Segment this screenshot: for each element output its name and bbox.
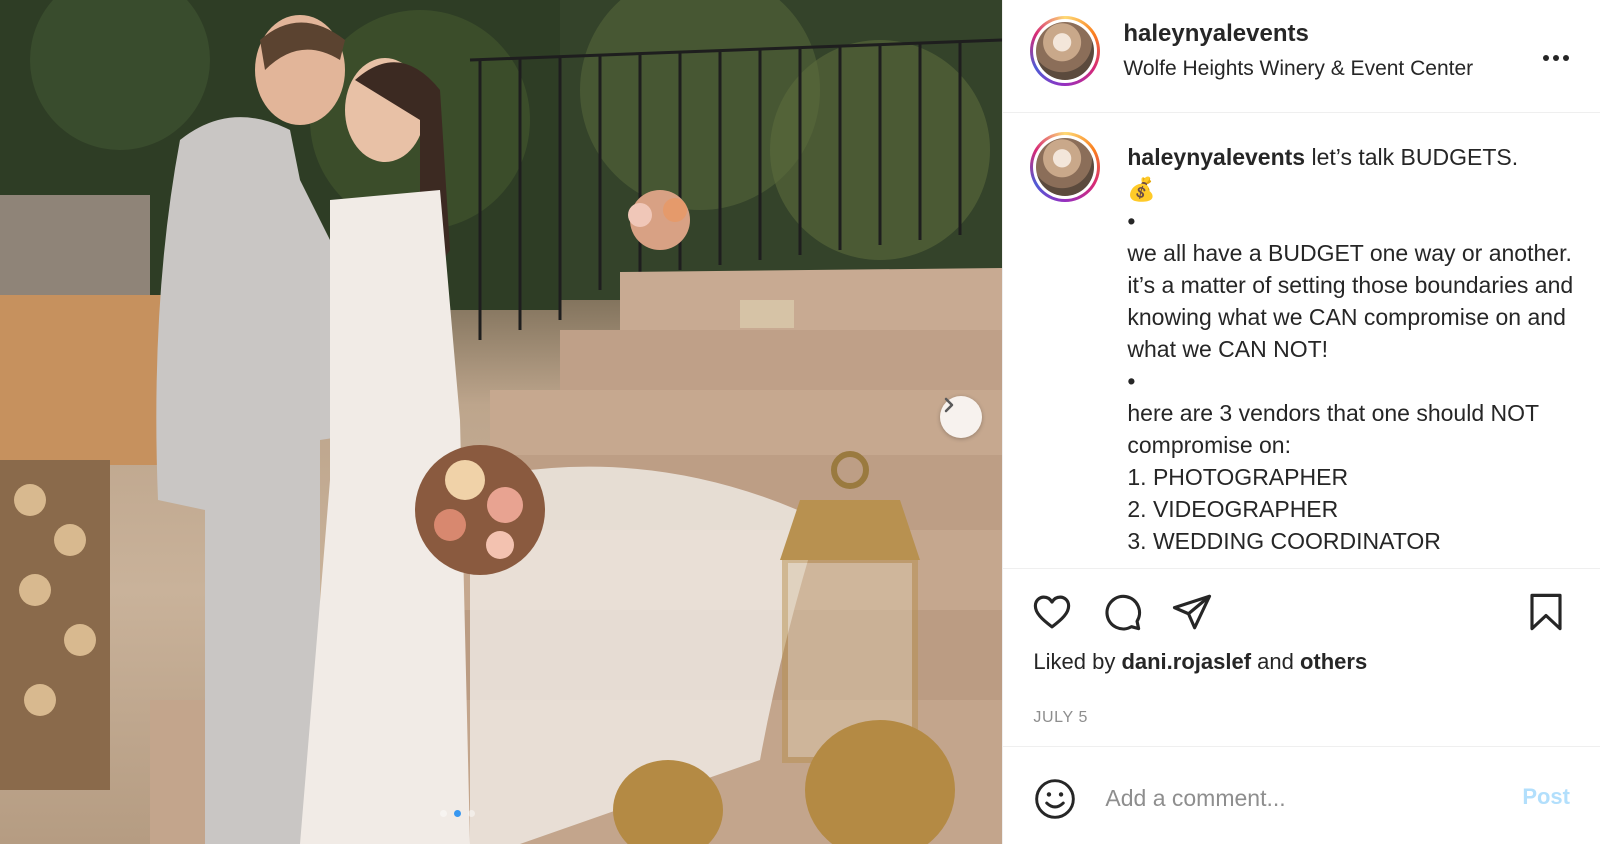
wedding-photo-illustration <box>0 0 1003 844</box>
caption-line: • <box>1127 208 1136 234</box>
caption-text: haleynyalevents let’s talk BUDGETS. 💰 • … <box>1127 141 1587 557</box>
heart-icon <box>1034 595 1071 629</box>
paper-plane-icon <box>1173 594 1212 630</box>
liked-by-user-link[interactable]: dani.rojaslef <box>1121 649 1251 674</box>
post-header: haleynyalevents Wolfe Heights Winery & E… <box>1003 0 1600 113</box>
caption-avatar[interactable] <box>1030 132 1101 202</box>
comment-button[interactable] <box>1101 591 1143 633</box>
action-bar <box>1003 569 1600 649</box>
caption-line: we all have a BUDGET one way or another.… <box>1127 240 1580 362</box>
caption-line: let’s talk BUDGETS. <box>1305 144 1519 170</box>
instagram-post: haleynyalevents Wolfe Heights Winery & E… <box>0 0 1600 844</box>
post-comment-button[interactable]: Post <box>1522 784 1570 810</box>
post-details-panel: haleynyalevents Wolfe Heights Winery & E… <box>1002 0 1600 844</box>
post-photo[interactable] <box>0 0 1003 844</box>
carousel-dot <box>440 810 447 817</box>
ellipsis-icon <box>1543 55 1569 61</box>
emoji-button[interactable] <box>1033 777 1077 821</box>
avatar[interactable] <box>1030 16 1101 86</box>
location-link[interactable]: Wolfe Heights Winery & Event Center <box>1123 57 1473 81</box>
caption-line: 💰 <box>1127 176 1157 202</box>
caption-section: haleynyalevents let’s talk BUDGETS. 💰 • … <box>1003 113 1600 569</box>
caption-line: 1. PHOTOGRAPHER <box>1127 464 1349 490</box>
next-image-button[interactable] <box>940 396 982 438</box>
like-button[interactable] <box>1031 591 1073 633</box>
likes-summary: Liked by dani.rojaslef and others <box>1003 649 1600 689</box>
caption-line: • <box>1127 368 1136 394</box>
share-button[interactable] <box>1171 591 1213 633</box>
post-date[interactable]: JULY 5 <box>1003 689 1600 747</box>
chevron-right-icon <box>944 397 954 413</box>
avatar-image <box>1036 22 1095 80</box>
comment-bar: Post <box>1003 747 1600 844</box>
likes-middle: and <box>1251 649 1300 674</box>
likes-others-link[interactable]: others <box>1300 649 1367 674</box>
caption-line: 3. WEDDING COORDINATOR <box>1127 528 1441 554</box>
comment-input[interactable] <box>1103 775 1488 821</box>
carousel-dot-active <box>454 810 461 817</box>
smiley-icon <box>1035 779 1076 819</box>
more-options-button[interactable] <box>1542 38 1570 69</box>
carousel-dot <box>468 810 475 817</box>
caption-line: 2. VIDEOGRAPHER <box>1127 496 1339 522</box>
caption-line: here are 3 vendors that one should NOT c… <box>1127 400 1546 458</box>
avatar-image <box>1036 138 1095 196</box>
save-button[interactable] <box>1525 591 1567 633</box>
header-username[interactable]: haleynyalevents <box>1123 20 1308 48</box>
caption-username[interactable]: haleynyalevents <box>1127 144 1305 170</box>
comment-icon <box>1105 594 1142 631</box>
bookmark-icon <box>1530 593 1562 631</box>
likes-prefix: Liked by <box>1033 649 1122 674</box>
carousel-indicator <box>440 810 475 817</box>
